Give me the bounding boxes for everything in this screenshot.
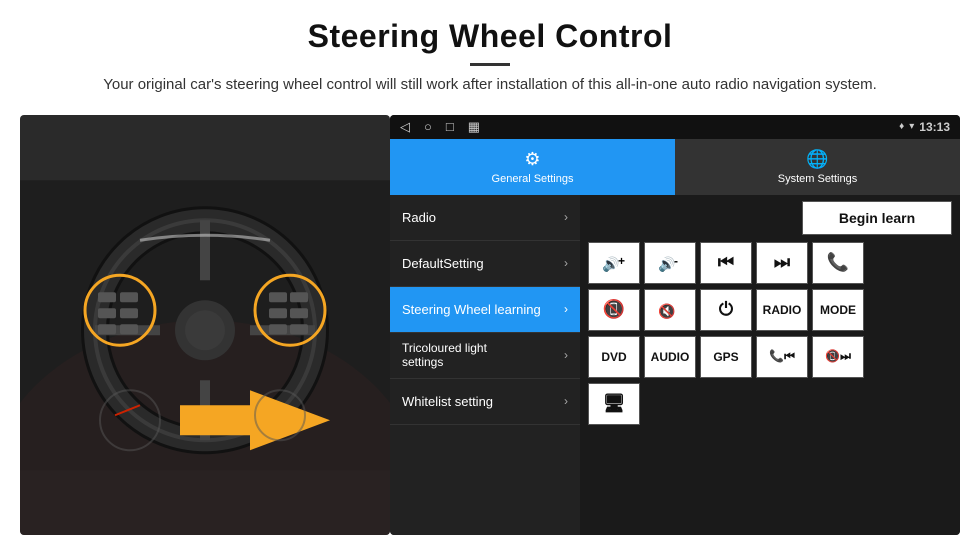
- phone-button[interactable]: 📞: [812, 242, 864, 284]
- menu-tricolour-arrow: ›: [564, 348, 568, 362]
- display-button[interactable]: 🖥: [588, 383, 640, 425]
- svg-text:🔊: 🔊: [602, 255, 619, 273]
- title-divider: [470, 63, 510, 66]
- next-track-button[interactable]: ⏭: [756, 242, 808, 284]
- controls-row-3: DVD AUDIO GPS 📞⏮ 📵⏭: [588, 336, 952, 378]
- phone-prev-button[interactable]: 📞⏮: [756, 336, 808, 378]
- prev-track-button[interactable]: ⏮: [700, 242, 752, 284]
- system-settings-icon: 🌐: [806, 149, 828, 170]
- svg-text:🔇: 🔇: [658, 303, 675, 320]
- phone-next-button[interactable]: 📵⏭: [812, 336, 864, 378]
- menu-default-arrow: ›: [564, 256, 568, 270]
- controls-panel: Begin learn 🔊+ 🔊- ⏮ ⏭ 📞: [580, 195, 960, 536]
- mode-button[interactable]: MODE: [812, 289, 864, 331]
- tab-general-settings[interactable]: ⚙ General Settings: [390, 139, 675, 195]
- audio-button[interactable]: AUDIO: [644, 336, 696, 378]
- menu-item-radio[interactable]: Radio ›: [390, 195, 580, 241]
- tab-bar: ⚙ General Settings 🌐 System Settings: [390, 139, 960, 195]
- tab-system-settings[interactable]: 🌐 System Settings: [675, 139, 960, 195]
- subtitle: Your original car's steering wheel contr…: [100, 74, 880, 97]
- menu-item-whitelist[interactable]: Whitelist setting ›: [390, 379, 580, 425]
- status-bar: ◁ ○ □ ▦ ♦ ▾ 13:13: [390, 115, 960, 139]
- svg-text:+: +: [618, 254, 625, 268]
- page-title: Steering Wheel Control: [60, 18, 920, 55]
- menu-steering-label: Steering Wheel learning: [402, 302, 541, 317]
- general-settings-icon: ⚙: [524, 149, 540, 170]
- begin-learn-button[interactable]: Begin learn: [802, 201, 952, 235]
- menu-radio-arrow: ›: [564, 210, 568, 224]
- controls-row-1: 🔊+ 🔊- ⏮ ⏭ 📞: [588, 242, 952, 284]
- page-container: Steering Wheel Control Your original car…: [0, 0, 980, 545]
- menu-item-tricolour[interactable]: Tricoloured lightsettings ›: [390, 333, 580, 379]
- menu-default-label: DefaultSetting: [402, 256, 484, 271]
- header-section: Steering Wheel Control Your original car…: [0, 0, 980, 105]
- bottom-area: Radio › DefaultSetting › Steering Wheel …: [390, 195, 960, 536]
- menu-whitelist-arrow: ›: [564, 394, 568, 408]
- status-right: ♦ ▾ 13:13: [899, 120, 950, 134]
- tab-system-label: System Settings: [778, 173, 857, 185]
- menu-steering-arrow: ›: [564, 302, 568, 316]
- vol-up-button[interactable]: 🔊+: [588, 242, 640, 284]
- vol-down-button[interactable]: 🔊-: [644, 242, 696, 284]
- steering-wheel-panel: [20, 115, 390, 536]
- menu-icon[interactable]: ▦: [468, 119, 480, 135]
- home-icon[interactable]: ○: [424, 119, 432, 135]
- status-time: 13:13: [919, 120, 950, 134]
- dvd-button[interactable]: DVD: [588, 336, 640, 378]
- menu-tricolour-label: Tricoloured lightsettings: [402, 341, 487, 369]
- tab-general-label: General Settings: [492, 173, 574, 185]
- location-icon: ♦: [899, 121, 904, 132]
- hangup-button[interactable]: 📵: [588, 289, 640, 331]
- svg-text:-: -: [674, 254, 678, 268]
- radio-button[interactable]: RADIO: [756, 289, 808, 331]
- back-icon[interactable]: ◁: [400, 119, 410, 135]
- wifi-icon: ▾: [909, 121, 914, 132]
- gps-button[interactable]: GPS: [700, 336, 752, 378]
- menu-radio-label: Radio: [402, 210, 436, 225]
- power-button[interactable]: ⏻: [700, 289, 752, 331]
- android-ui-panel: ◁ ○ □ ▦ ♦ ▾ 13:13 ⚙ General Settings: [390, 115, 960, 536]
- menu-whitelist-label: Whitelist setting: [402, 394, 493, 409]
- svg-text:🔊: 🔊: [658, 255, 675, 273]
- menu-list: Radio › DefaultSetting › Steering Wheel …: [390, 195, 580, 536]
- nav-icons: ◁ ○ □ ▦: [400, 119, 480, 135]
- menu-item-steering[interactable]: Steering Wheel learning ›: [390, 287, 580, 333]
- controls-row-4: 🖥: [588, 383, 952, 425]
- mute-button[interactable]: 🔇: [644, 289, 696, 331]
- menu-item-default[interactable]: DefaultSetting ›: [390, 241, 580, 287]
- recents-icon[interactable]: □: [446, 119, 454, 135]
- content-area: ◁ ○ □ ▦ ♦ ▾ 13:13 ⚙ General Settings: [0, 105, 980, 545]
- begin-learn-row: Begin learn: [588, 201, 952, 235]
- controls-row-2: 📵 🔇 ⏻ RADIO MODE: [588, 289, 952, 331]
